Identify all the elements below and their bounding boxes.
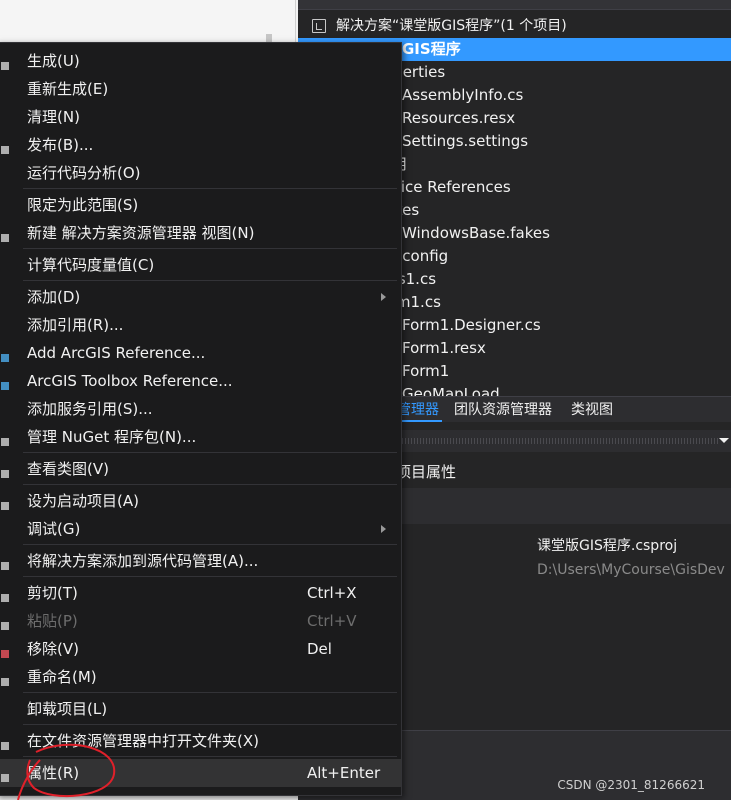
chevron-down-icon[interactable]	[719, 438, 729, 443]
menu-item-11[interactable]: 添加(D)	[0, 283, 401, 311]
publish-icon	[1, 138, 9, 154]
editor-tab-strip	[0, 0, 296, 42]
tree-item-label: vice References	[392, 178, 511, 196]
tree-item-label: WindowsBase.fakes	[402, 224, 550, 242]
menu-item-label: 查看类图(V)	[27, 460, 109, 478]
rename-icon	[1, 670, 9, 686]
menu-separator	[23, 576, 397, 577]
menu-item-shortcut: Del	[307, 640, 332, 658]
context-menu: 生成(U) 重新生成(E) 清理(N) 发布(B)... 运行代码分析(O) 限定为此范围…	[0, 42, 402, 796]
menu-item-13[interactable]: Add ArcGIS Reference...	[0, 339, 401, 367]
menu-separator	[23, 452, 397, 453]
menu-item-label: 添加服务引用(S)...	[27, 400, 153, 418]
menu-item-label: 计算代码度量值(C)	[27, 256, 155, 274]
menu-item-4[interactable]: 运行代码分析(O)	[0, 159, 401, 187]
menu-item-0[interactable]: 生成(U)	[0, 47, 401, 75]
build-icon	[1, 54, 9, 70]
menu-item-14[interactable]: ArcGIS Toolbox Reference...	[0, 367, 401, 395]
tree-item-label: Form1.resx	[402, 339, 486, 357]
property-value: 课堂版GIS程序.csproj	[537, 538, 678, 554]
submenu-arrow-icon	[381, 293, 386, 301]
menu-item-label: 粘贴(P)	[27, 612, 78, 630]
menu-item-30[interactable]: 卸载项目(L)	[0, 695, 401, 723]
menu-item-2[interactable]: 清理(N)	[0, 103, 401, 131]
menu-separator	[23, 484, 397, 485]
menu-item-label: 剪切(T)	[27, 584, 78, 602]
menu-item-label: 添加引用(R)...	[27, 316, 124, 334]
menu-separator	[23, 280, 397, 281]
source-control-icon	[1, 554, 9, 570]
tab-team-explorer[interactable]: 团队资源管理器	[451, 400, 555, 420]
menu-separator	[23, 544, 397, 545]
menu-item-7[interactable]: 新建 解决方案资源管理器 视图(N)	[0, 219, 401, 247]
menu-item-label: 重新生成(E)	[27, 80, 109, 98]
menu-item-label: 管理 NuGet 程序包(N)...	[27, 428, 197, 446]
menu-item-label: 设为启动项目(A)	[27, 492, 139, 510]
tree-item-label: GIS程序	[402, 40, 461, 58]
cut-icon	[1, 586, 9, 602]
watermark: CSDN @2301_81266621	[557, 778, 705, 792]
menu-item-label: 调试(G)	[27, 520, 81, 538]
menu-item-3[interactable]: 发布(B)...	[0, 131, 401, 159]
menu-item-25[interactable]: 剪切(T) Ctrl+X	[0, 579, 401, 607]
tree-item-label: Form1.Designer.cs	[402, 316, 541, 334]
menu-item-label: 生成(U)	[27, 52, 80, 70]
menu-item-label: 将解决方案添加到源代码管理(A)...	[27, 552, 259, 570]
menu-item-label: ArcGIS Toolbox Reference...	[27, 372, 233, 390]
tree-item-label: AssemblyInfo.cs	[402, 86, 524, 104]
menu-item-label: 清理(N)	[27, 108, 80, 126]
menu-item-label: 添加(D)	[27, 288, 81, 306]
menu-item-18[interactable]: 查看类图(V)	[0, 455, 401, 483]
tree-item-label: Resources.resx	[402, 109, 516, 127]
menu-separator	[23, 692, 397, 693]
class-diagram-icon	[1, 462, 9, 478]
menu-item-6[interactable]: 限定为此范围(S)	[0, 191, 401, 219]
tab-class-view[interactable]: 类视图	[568, 400, 616, 420]
new-view-icon	[1, 226, 9, 242]
tree-item-label: GeoMapLoad	[402, 385, 500, 396]
menu-item-label: 新建 解决方案资源管理器 视图(N)	[27, 224, 255, 242]
tree-item-label: Settings.settings	[402, 132, 529, 150]
menu-item-1[interactable]: 重新生成(E)	[0, 75, 401, 103]
menu-item-label: 移除(V)	[27, 640, 79, 658]
menu-item-23[interactable]: 将解决方案添加到源代码管理(A)...	[0, 547, 401, 575]
menu-separator	[23, 188, 397, 189]
property-value: D:\Users\MyCourse\GisDev	[537, 562, 725, 578]
menu-item-15[interactable]: 添加服务引用(S)...	[0, 395, 401, 423]
remove-icon	[1, 642, 9, 658]
menu-item-label: 限定为此范围(S)	[27, 196, 139, 214]
paste-icon	[1, 614, 9, 630]
menu-item-label: 卸载项目(L)	[27, 700, 108, 718]
annotation-scribble	[17, 743, 116, 800]
menu-item-label: 运行代码分析(O)	[27, 164, 141, 182]
menu-item-9[interactable]: 计算代码度量值(C)	[0, 251, 401, 279]
menu-item-20[interactable]: 设为启动项目(A)	[0, 487, 401, 515]
menu-item-shortcut: Ctrl+X	[307, 584, 357, 602]
menu-item-21[interactable]: 调试(G)	[0, 515, 401, 543]
gear-icon	[1, 494, 9, 510]
menu-item-28[interactable]: 重命名(M)	[0, 663, 401, 691]
arcgis-reference-icon	[1, 346, 9, 362]
nuget-icon	[1, 430, 9, 446]
menu-item-26: 粘贴(P) Ctrl+V	[0, 607, 401, 635]
properties-title: 项目属性	[396, 463, 457, 481]
submenu-arrow-icon	[381, 525, 386, 533]
menu-item-label: 重命名(M)	[27, 668, 97, 686]
tree-item-label: Form1	[402, 362, 450, 380]
menu-item-label: 发布(B)...	[27, 136, 94, 154]
menu-item-label: Add ArcGIS Reference...	[27, 344, 206, 362]
menu-item-shortcut: Ctrl+V	[307, 612, 357, 630]
menu-separator	[23, 248, 397, 249]
menu-item-16[interactable]: 管理 NuGet 程序包(N)...	[0, 423, 401, 451]
menu-separator	[23, 724, 397, 725]
menu-item-27[interactable]: 移除(V) Del	[0, 635, 401, 663]
arcgis-toolbox-icon	[1, 374, 9, 390]
menu-item-12[interactable]: 添加引用(R)...	[0, 311, 401, 339]
menu-item-shortcut: Alt+Enter	[307, 764, 381, 782]
